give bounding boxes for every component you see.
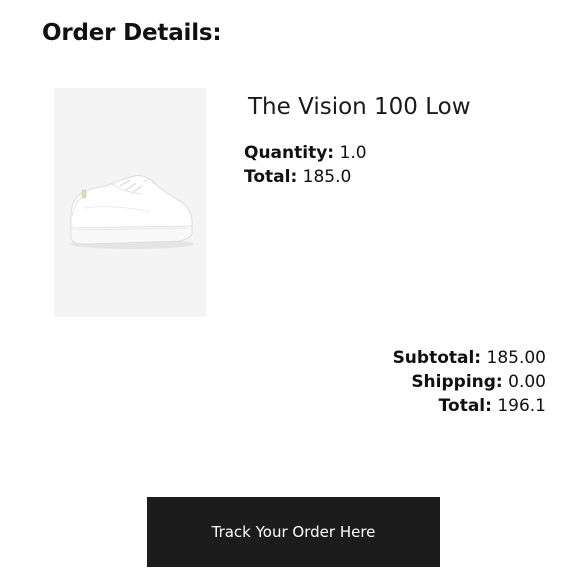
item-total-value: 185.0: [302, 167, 352, 187]
subtotal-row: Subtotal: 185.00: [393, 346, 546, 370]
page-title: Order Details:: [42, 20, 222, 46]
item-details: Quantity: 1.0 Total: 185.0: [244, 141, 367, 189]
product-image[interactable]: [54, 88, 206, 317]
track-order-button[interactable]: Track Your Order Here: [147, 497, 440, 567]
shipping-value: 0.00: [508, 372, 546, 392]
sneaker-image: [54, 88, 206, 317]
grand-total-value: 196.1: [497, 396, 546, 416]
order-summary: Subtotal: 185.00 Shipping: 0.00 Total: 1…: [393, 346, 546, 418]
grand-total-row: Total: 196.1: [393, 394, 546, 418]
item-total-row: Total: 185.0: [244, 165, 367, 189]
quantity-label: Quantity:: [244, 143, 335, 163]
subtotal-label: Subtotal:: [392, 348, 482, 368]
shipping-row: Shipping: 0.00: [393, 370, 546, 394]
item-total-label: Total:: [244, 167, 298, 187]
product-name[interactable]: The Vision 100 Low: [248, 94, 471, 120]
subtotal-value: 185.00: [486, 348, 546, 368]
quantity-value: 1.0: [339, 143, 367, 163]
grand-total-label: Total:: [438, 396, 492, 416]
quantity-row: Quantity: 1.0: [244, 141, 367, 165]
shipping-label: Shipping:: [411, 372, 503, 392]
